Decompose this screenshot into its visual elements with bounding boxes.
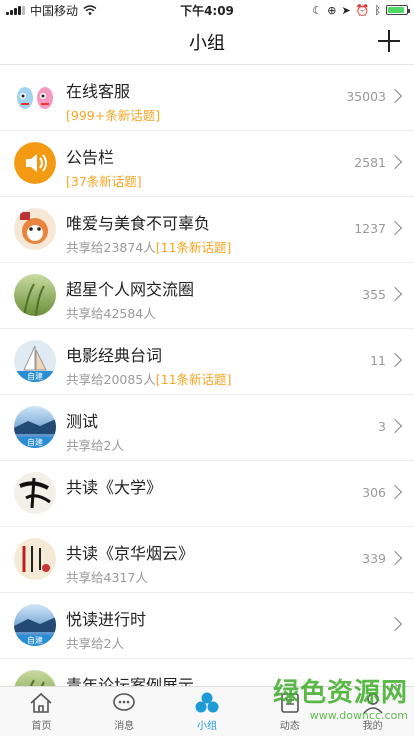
shared-count: 共享给2人 — [66, 636, 124, 651]
shared-count: 共享给20085人 — [66, 372, 156, 387]
wheat-avatar — [14, 670, 56, 687]
topic-count: 35003 — [346, 89, 386, 104]
group-name: 电影经典台词 — [66, 346, 163, 365]
tab-groups-label: 小组 — [196, 721, 217, 732]
home-icon — [30, 692, 52, 713]
sailboat-avatar: 自建 — [14, 340, 56, 382]
book-cover-avatar — [14, 538, 56, 580]
topic-count: 11 — [370, 353, 386, 368]
group-name: 超星个人网交流圈 — [66, 280, 195, 299]
cartoon-avatar — [14, 208, 56, 250]
group-subtitle: 共享给4317人 — [66, 567, 148, 586]
signal-icon — [6, 5, 25, 15]
group-subtitle: 共享给2人 — [66, 633, 124, 652]
chevron-right-icon — [387, 484, 403, 500]
landscape-avatar: 自建 — [14, 406, 56, 448]
bluetooth-icon: ᛒ — [374, 3, 381, 17]
group-row[interactable]: 在线客服 [999+条新话题] 35003 — [0, 65, 414, 131]
group-name: 悦读进行时 — [66, 610, 147, 629]
self-built-badge: 自建 — [14, 635, 56, 646]
group-name: 唯爱与美食不可辜负 — [66, 214, 211, 233]
calligraphy-avatar — [14, 472, 56, 514]
feed-icon — [280, 693, 299, 713]
group-subtitle: [37条新话题] — [66, 171, 142, 190]
chevron-right-icon — [387, 88, 403, 104]
group-icon — [195, 692, 219, 713]
wifi-icon — [83, 5, 97, 15]
chevron-right-icon — [387, 616, 403, 632]
mascot-avatar — [14, 76, 56, 118]
speaker-avatar — [14, 142, 56, 184]
group-row[interactable]: 自建 悦读进行时共享给2人 — [0, 593, 414, 659]
status-bar: 中国移动 下午4:09 ☾ ⊕ ➤ ⏰ ᛒ — [0, 0, 414, 20]
alarm-icon: ⏰ — [355, 3, 370, 17]
shared-count: 共享给2人 — [66, 438, 124, 453]
topic-count: 3 — [378, 419, 386, 434]
group-name: 共读《大学》 — [66, 478, 163, 497]
tab-feed-label: 动态 — [279, 721, 300, 732]
group-row[interactable]: 超星个人网交流圈共享给42584人 355 — [0, 263, 414, 329]
chevron-right-icon — [387, 550, 403, 566]
landscape-avatar: 自建 — [14, 604, 56, 646]
profile-icon — [362, 693, 383, 714]
carrier-name: 中国移动 — [30, 3, 79, 18]
new-topics-tag: [11条新话题] — [155, 240, 232, 255]
shared-count: 共享给42584人 — [66, 306, 156, 321]
group-subtitle: [999+条新话题] — [66, 105, 160, 124]
topic-count: 306 — [362, 485, 386, 500]
new-topics-tag: [37条新话题] — [66, 174, 142, 189]
tab-bar: 首页 消息 小组 动态 我的 — [0, 686, 414, 736]
group-row[interactable]: 青年论坛案例展示8 — [0, 659, 414, 687]
new-topics-tag: [11条新话题] — [155, 372, 232, 387]
topic-count: 355 — [362, 287, 386, 302]
group-row[interactable]: 自建 电影经典台词共享给20085人[11条新话题] 11 — [0, 329, 414, 395]
tab-profile-label: 我的 — [362, 721, 383, 732]
group-name: 公告栏 — [66, 148, 115, 167]
tab-messages[interactable]: 消息 — [83, 687, 166, 736]
chevron-right-icon — [387, 352, 403, 368]
location-icon: ➤ — [341, 3, 351, 17]
self-built-badge: 自建 — [14, 371, 56, 382]
tab-home-label: 首页 — [31, 721, 52, 732]
tab-home[interactable]: 首页 — [0, 687, 83, 736]
topic-count: 1237 — [354, 221, 386, 236]
group-name: 测试 — [66, 412, 99, 431]
group-subtitle: 共享给42584人 — [66, 303, 156, 322]
orientation-lock-icon: ⊕ — [327, 3, 337, 17]
wheat-avatar — [14, 274, 56, 316]
moon-icon: ☾ — [312, 3, 323, 17]
tab-profile[interactable]: 我的 — [331, 687, 414, 736]
group-row[interactable]: 唯爱与美食不可辜负共享给23874人[11条新话题] 1237 — [0, 197, 414, 263]
tab-feed[interactable]: 动态 — [248, 687, 331, 736]
group-name: 在线客服 — [66, 82, 131, 101]
group-subtitle: 共享给2人 — [66, 435, 124, 454]
topic-count: 339 — [362, 551, 386, 566]
shared-count: 共享给23874人 — [66, 240, 156, 255]
self-built-badge: 自建 — [14, 437, 56, 448]
group-name: 青年论坛案例展示 — [66, 676, 195, 687]
group-subtitle: 共享给23874人[11条新话题] — [66, 237, 231, 256]
topic-count: 2581 — [354, 155, 386, 170]
new-topics-tag: [999+条新话题] — [66, 108, 161, 123]
nav-bar: 小组 — [0, 20, 414, 65]
group-name: 共读《京华烟云》 — [66, 544, 195, 563]
shared-count: 共享给4317人 — [66, 570, 148, 585]
group-subtitle: 共享给20085人[11条新话题] — [66, 369, 231, 388]
chevron-right-icon — [387, 286, 403, 302]
group-row[interactable]: 共读《京华烟云》共享给4317人 339 — [0, 527, 414, 593]
chevron-right-icon — [387, 418, 403, 434]
chevron-right-icon — [387, 154, 403, 170]
group-row[interactable]: 公告栏 [37条新话题] 2581 — [0, 131, 414, 197]
page-title: 小组 — [189, 33, 225, 54]
group-row[interactable]: 自建 测试共享给2人 3 — [0, 395, 414, 461]
plus-icon[interactable] — [376, 28, 402, 54]
battery-icon — [386, 5, 410, 15]
message-icon — [113, 693, 135, 711]
group-list: 在线客服 [999+条新话题] 35003 公告栏 [37条新话题] 2581 唯爱与美食不… — [0, 65, 414, 687]
group-row[interactable]: 共读《大学》 306 — [0, 461, 414, 527]
tab-messages-label: 消息 — [114, 721, 135, 732]
chevron-right-icon — [387, 220, 403, 236]
tab-groups[interactable]: 小组 — [166, 687, 249, 736]
